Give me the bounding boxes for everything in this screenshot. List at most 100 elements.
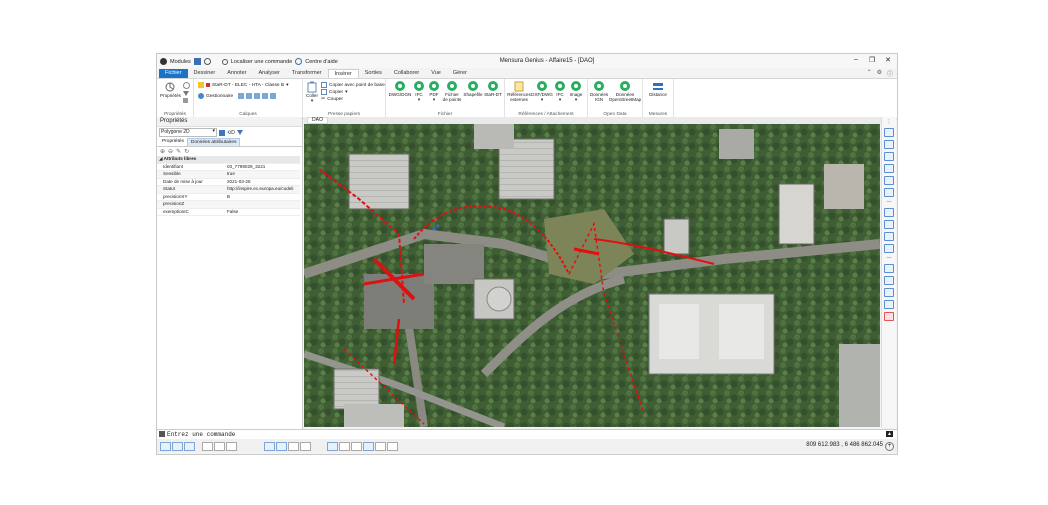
layer-tool-icon-3[interactable] <box>254 93 261 99</box>
tab-fichier[interactable]: Fichier <box>159 69 188 78</box>
minimize-button[interactable]: – <box>851 56 861 64</box>
fullscreen-icon[interactable] <box>387 442 398 451</box>
remove-attribute-icon[interactable]: ⊖ <box>168 148 173 155</box>
import-shapefile-button[interactable]: Shapefile <box>463 81 483 97</box>
maximize-button[interactable]: ❐ <box>867 56 877 64</box>
pan-icon[interactable] <box>884 164 894 173</box>
workspace-icon[interactable] <box>375 442 386 451</box>
table-row[interactable]: Identifiant 03_7799029_3221 <box>157 164 300 171</box>
osnap-icon[interactable] <box>264 442 275 451</box>
tab-collaborer[interactable]: Collaborer <box>388 69 425 78</box>
contrast-icon[interactable] <box>339 442 350 451</box>
command-history-icon[interactable]: ▲ <box>886 431 893 437</box>
lineweight-icon[interactable] <box>300 442 311 451</box>
layout-icon-2[interactable] <box>172 442 183 451</box>
layer-visibility-icon[interactable] <box>884 276 894 285</box>
paste-button[interactable]: Coller ▾ <box>306 81 318 103</box>
import-points-button[interactable]: Fichier de points <box>442 81 462 102</box>
zoom-in-icon[interactable] <box>884 128 894 137</box>
panel-filter-icon[interactable] <box>236 130 243 135</box>
distance-button[interactable]: Distance <box>646 81 670 97</box>
tab-gerer[interactable]: Gérer <box>447 69 473 78</box>
save-icon[interactable] <box>193 58 201 65</box>
view-3d-icon[interactable] <box>884 220 894 229</box>
table-row[interactable]: precisionZ <box>157 201 300 209</box>
tab-vue[interactable]: Vue <box>425 69 447 78</box>
tab-annoter[interactable]: Annoter <box>221 69 252 78</box>
ign-data-button[interactable]: Données IGN <box>590 81 608 102</box>
eye-icon[interactable] <box>351 442 362 451</box>
copy-button[interactable]: Copier ▾ <box>321 89 348 95</box>
document-tab-dao[interactable]: DAO <box>307 117 328 124</box>
import-pdf-button[interactable]: PDF ▾ <box>427 81 441 102</box>
color-toggle-icon[interactable] <box>884 312 894 321</box>
zoom-window-icon[interactable] <box>884 176 894 185</box>
layer-manager-button[interactable]: Gestionnaire <box>198 93 277 99</box>
table-row[interactable]: precisionXY B <box>157 194 300 201</box>
pick-icon[interactable] <box>183 82 190 89</box>
edit-attribute-icon[interactable]: ✎ <box>176 148 181 155</box>
help-center[interactable]: Centre d'aide <box>305 59 338 65</box>
undo-icon[interactable] <box>203 58 211 65</box>
aerial-map[interactable] <box>304 124 880 427</box>
table-row[interactable]: Statut http://inspire.ec.europa.eu/codeli <box>157 186 300 194</box>
add-attribute-icon[interactable]: ⊕ <box>160 148 165 155</box>
lock-icon[interactable] <box>884 300 894 309</box>
measure-icon[interactable] <box>884 264 894 273</box>
locate-command[interactable]: Localiser une commande <box>231 59 292 65</box>
layer-tool-icon-1[interactable] <box>238 93 245 99</box>
tab-sorties[interactable]: Sorties <box>359 69 388 78</box>
close-button[interactable]: ✕ <box>883 56 893 64</box>
select-objects-icon[interactable] <box>219 129 225 136</box>
annotation-icon[interactable] <box>363 442 374 451</box>
layer-tool-icon-4[interactable] <box>262 93 269 99</box>
layout-icon-3[interactable] <box>184 442 195 451</box>
zoom-extents-icon[interactable] <box>884 152 894 161</box>
render-icon[interactable] <box>884 288 894 297</box>
dynamic-input-icon[interactable] <box>288 442 299 451</box>
collapse-ribbon-icon[interactable]: ⌃ <box>867 69 872 78</box>
filter-icon[interactable] <box>183 91 189 96</box>
attach-ifc-button[interactable]: IFC ▾ <box>553 81 567 102</box>
table-row[interactable]: exemptionIC False <box>157 209 300 216</box>
ortho-icon[interactable] <box>202 442 213 451</box>
xref-button[interactable]: Références externes <box>507 81 531 102</box>
layer-tool-icon-2[interactable] <box>246 93 253 99</box>
tab-analyser[interactable]: Analyser <box>252 69 285 78</box>
snap-icon[interactable] <box>884 232 894 241</box>
attach-dxf-dwg-button[interactable]: DXF/DWG ▾ <box>531 81 553 102</box>
tracking-icon[interactable] <box>276 442 287 451</box>
info-icon[interactable]: ⓘ <box>887 69 893 78</box>
copy-base-button[interactable]: Copier avec point de base <box>321 82 385 88</box>
layout-icon-1[interactable] <box>160 442 171 451</box>
import-ifc-button[interactable]: IFC ▾ <box>412 81 426 102</box>
attach-image-button[interactable]: Image ▾ <box>568 81 584 102</box>
osm-data-button[interactable]: Données OpenStreetMap <box>609 81 641 102</box>
tab-properties[interactable]: Propriétés <box>159 138 187 146</box>
tab-attribute-data[interactable]: Données attributaires <box>186 138 241 146</box>
command-input[interactable]: Entrez une commande <box>167 431 235 438</box>
match-icon[interactable] <box>183 98 188 103</box>
layer-selector[interactable]: StaR-DT - ELEC - HTA - Classe B ▾ <box>198 82 288 88</box>
cut-button[interactable]: ✂ Couper <box>321 96 343 102</box>
polar-icon[interactable] <box>226 442 237 451</box>
import-dwg-dgn-button[interactable]: DWG/DGN <box>388 81 412 97</box>
grid-icon[interactable] <box>884 244 894 253</box>
settings-icon[interactable]: ⚙ <box>877 69 882 78</box>
selection-dropdown[interactable]: Polygone 2D <box>159 128 217 137</box>
layer-tool-icon-5[interactable] <box>270 93 277 99</box>
tab-dessiner[interactable]: Dessiner <box>188 69 222 78</box>
display-mode-icon[interactable] <box>327 442 338 451</box>
properties-button[interactable]: Propriétés <box>160 81 181 98</box>
tab-transformer[interactable]: Transformer <box>286 69 328 78</box>
modules-menu[interactable]: Modules <box>170 59 191 65</box>
attribute-section[interactable]: ◢ Attributs libres <box>157 156 300 164</box>
table-row[interactable]: Sensible true <box>157 171 300 179</box>
view-top-icon[interactable] <box>884 208 894 217</box>
table-row[interactable]: Date de mise à jour 2021-03-25 <box>157 179 300 186</box>
import-stardt-button[interactable]: StaR-DT <box>484 81 502 97</box>
zoom-out-icon[interactable] <box>884 140 894 149</box>
tab-inserer[interactable]: Insérer <box>327 69 359 78</box>
refresh-icon[interactable]: ↻ <box>184 148 189 155</box>
toggle-3d-icon[interactable]: ⟲D <box>227 130 235 136</box>
